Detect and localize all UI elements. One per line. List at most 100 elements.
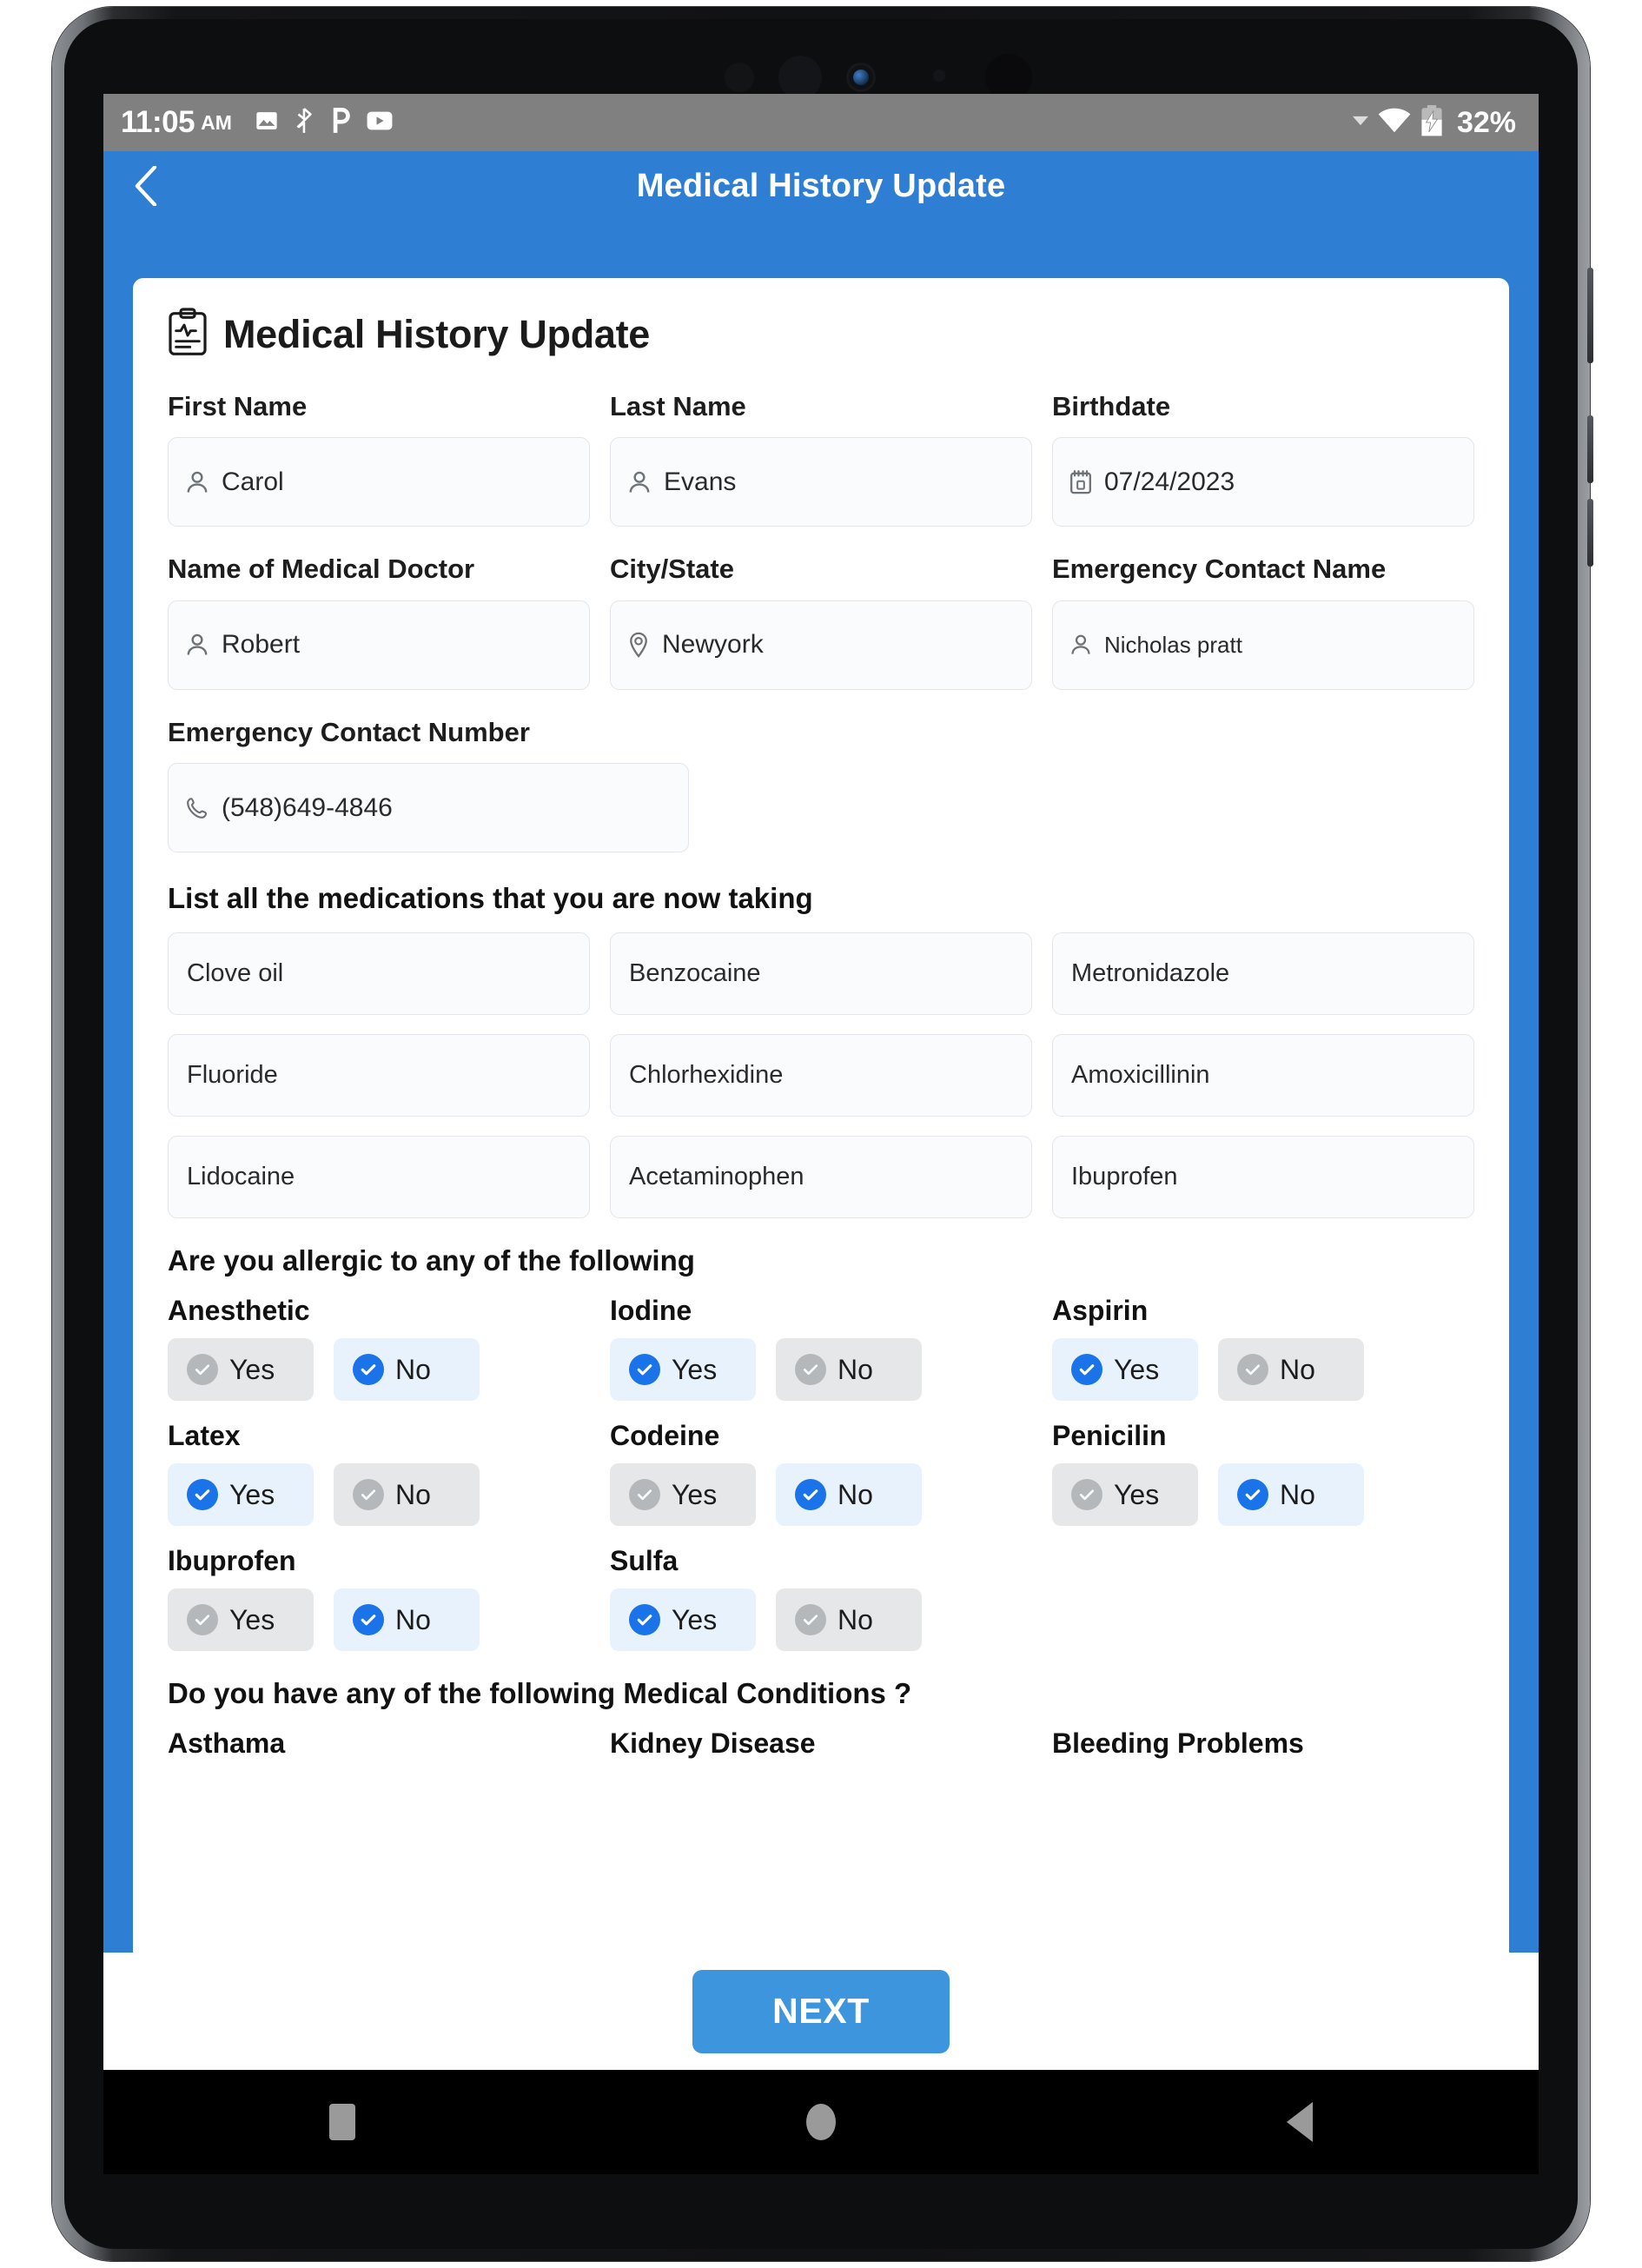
- medication-item[interactable]: Lidocaine: [168, 1136, 590, 1219]
- yes-no-toggle: Yes No: [168, 1463, 590, 1527]
- person-icon: [627, 470, 652, 494]
- person-icon: [1069, 633, 1092, 656]
- emergency-contact-number-value: (548)649-4846: [222, 792, 393, 822]
- battery-charging-icon: [1420, 104, 1443, 141]
- allergy-no-option[interactable]: No: [776, 1338, 922, 1402]
- allergy-yes-option[interactable]: Yes: [168, 1588, 314, 1652]
- medication-item[interactable]: Chlorhexidine: [610, 1034, 1032, 1117]
- medication-item[interactable]: Ibuprofen: [1052, 1136, 1474, 1219]
- medication-item[interactable]: Fluoride: [168, 1034, 590, 1117]
- allergy-label: Sulfa: [610, 1545, 679, 1577]
- medication-item[interactable]: Benzocaine: [610, 932, 1032, 1016]
- app-bar: Medical History Update: [103, 151, 1539, 221]
- doctor-name-input[interactable]: Robert: [168, 600, 590, 690]
- doctor-name-value: Robert: [222, 630, 301, 660]
- location-pin-icon: [627, 632, 650, 659]
- speaker-icon: [778, 56, 822, 99]
- no-label: No: [838, 1478, 873, 1510]
- card-header: Medical History Update: [168, 308, 1474, 361]
- doctor-row: Name of Medical Doctor Robert City/State: [168, 553, 1474, 690]
- allergy-group: Anesthetic Yes No: [168, 1295, 590, 1402]
- p-app-icon: [331, 107, 352, 138]
- home-circle-icon[interactable]: [805, 2104, 836, 2140]
- city-state-value: Newyork: [662, 630, 764, 660]
- yes-label: Yes: [672, 1603, 718, 1635]
- recents-square-icon[interactable]: [328, 2104, 355, 2140]
- allergies-heading: Are you allergic to any of the following: [168, 1244, 695, 1277]
- check-icon: [353, 1354, 384, 1386]
- city-state-input[interactable]: Newyork: [610, 600, 1032, 690]
- yes-no-toggle: Yes No: [1052, 1338, 1474, 1402]
- allergy-yes-option[interactable]: Yes: [610, 1463, 756, 1527]
- check-icon: [795, 1604, 826, 1636]
- status-bar: 11:05 AM 32%: [103, 94, 1539, 151]
- last-name-value: Evans: [664, 467, 737, 496]
- allergy-no-option[interactable]: No: [334, 1588, 480, 1652]
- check-icon: [187, 1604, 218, 1636]
- emergency-contact-number-label: Emergency Contact Number: [168, 716, 530, 747]
- allergy-no-option[interactable]: No: [776, 1588, 922, 1652]
- allergy-yes-option[interactable]: Yes: [1052, 1338, 1198, 1402]
- yes-no-toggle: Yes No: [1052, 1463, 1474, 1527]
- allergy-label: Penicilin: [1052, 1420, 1167, 1452]
- medication-item[interactable]: Acetaminophen: [610, 1136, 1032, 1219]
- wifi-icon: [1378, 108, 1411, 138]
- first-name-input[interactable]: Carol: [168, 437, 590, 527]
- yes-no-toggle: Yes No: [168, 1338, 590, 1402]
- name-row: First Name Carol Last Name Evans Birthda…: [168, 390, 1474, 527]
- allergy-no-option[interactable]: No: [776, 1463, 922, 1527]
- check-icon: [353, 1479, 384, 1511]
- person-icon: [185, 633, 209, 657]
- no-label: No: [1280, 1353, 1315, 1385]
- next-button[interactable]: NEXT: [692, 1969, 950, 2053]
- volume-up-button[interactable]: [1587, 415, 1593, 483]
- form-card: Medical History Update First Name Carol: [133, 278, 1509, 2070]
- no-label: No: [838, 1603, 873, 1635]
- allergy-group: Ibuprofen Yes No: [168, 1545, 590, 1652]
- allergy-no-option[interactable]: No: [1218, 1338, 1364, 1402]
- yes-label: Yes: [672, 1478, 718, 1510]
- front-camera-icon: [846, 63, 876, 92]
- volume-down-button[interactable]: [1587, 499, 1593, 567]
- allergy-group: Codeine Yes No: [610, 1420, 1032, 1527]
- allergy-yes-option[interactable]: Yes: [168, 1338, 314, 1402]
- emergency-contact-number-input[interactable]: (548)649-4846: [168, 763, 689, 853]
- power-button[interactable]: [1587, 268, 1593, 363]
- birthdate-value: 07/24/2023: [1104, 467, 1235, 496]
- conditions-grid: Asthama Kidney Disease Bleeding Problems: [168, 1728, 1474, 1760]
- yes-label: Yes: [1114, 1353, 1160, 1385]
- allergy-group: Sulfa Yes No: [610, 1545, 1032, 1652]
- check-icon: [1237, 1354, 1268, 1386]
- back-triangle-icon[interactable]: [1287, 2102, 1314, 2142]
- medications-grid: Clove oil Benzocaine Metronidazole Fluor…: [168, 932, 1474, 1219]
- allergy-no-option[interactable]: No: [334, 1338, 480, 1402]
- no-label: No: [395, 1603, 431, 1635]
- back-button[interactable]: [122, 162, 169, 209]
- allergy-yes-option[interactable]: Yes: [610, 1338, 756, 1402]
- allergy-yes-option[interactable]: Yes: [1052, 1463, 1198, 1527]
- yes-no-toggle: Yes No: [168, 1588, 590, 1652]
- allergy-label: Anesthetic: [168, 1295, 310, 1327]
- allergy-no-option[interactable]: No: [334, 1463, 480, 1527]
- medication-item[interactable]: Metronidazole: [1052, 932, 1474, 1016]
- medication-item[interactable]: Clove oil: [168, 932, 590, 1016]
- card-title: Medical History Update: [223, 311, 651, 356]
- check-icon: [187, 1354, 218, 1386]
- check-icon: [187, 1479, 218, 1511]
- yes-no-toggle: Yes No: [610, 1588, 1032, 1652]
- last-name-input[interactable]: Evans: [610, 437, 1032, 527]
- doctor-name-field: Name of Medical Doctor Robert: [168, 553, 590, 690]
- medication-item[interactable]: Amoxicillinin: [1052, 1034, 1474, 1117]
- phone-icon: [185, 796, 209, 820]
- allergy-group: Penicilin Yes No: [1052, 1420, 1474, 1527]
- youtube-icon: [367, 110, 393, 136]
- allergy-yes-option[interactable]: Yes: [168, 1463, 314, 1527]
- allergy-yes-option[interactable]: Yes: [610, 1588, 756, 1652]
- yes-no-toggle: Yes No: [610, 1463, 1032, 1527]
- no-label: No: [838, 1353, 873, 1385]
- birthdate-input[interactable]: 07/24/2023: [1052, 437, 1474, 527]
- allergy-label: Aspirin: [1052, 1295, 1149, 1327]
- last-name-field: Last Name Evans: [610, 390, 1032, 527]
- allergy-no-option[interactable]: No: [1218, 1463, 1364, 1527]
- emergency-contact-name-input[interactable]: Nicholas pratt: [1052, 600, 1474, 690]
